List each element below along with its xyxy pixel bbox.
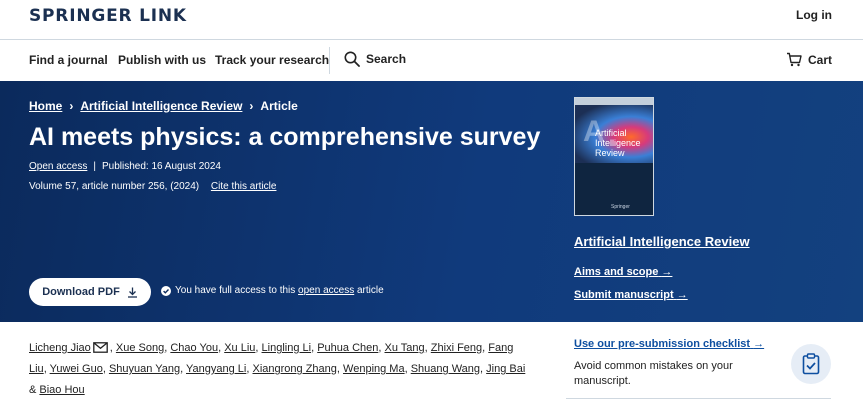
submit-manuscript-label: Submit manuscript — [574, 289, 674, 301]
cover-header-strip — [575, 98, 653, 105]
open-access-link[interactable]: Open access — [29, 161, 87, 172]
cart-label: Cart — [807, 52, 832, 67]
checklist-badge — [791, 344, 831, 384]
access-note: You have full access to this open access… — [161, 285, 384, 296]
aims-scope-link[interactable]: Aims and scope → — [574, 266, 672, 278]
section-divider — [566, 398, 831, 399]
search-icon — [344, 51, 360, 67]
submit-manuscript-link[interactable]: Submit manuscript → — [574, 289, 688, 301]
author-link[interactable]: Xiangrong Zhang — [253, 363, 337, 375]
author-link[interactable]: Jing Bai — [486, 363, 525, 375]
author-list: Licheng Jiao, Xue Song, Chao You, Xu Liu… — [29, 342, 526, 396]
cite-article-link[interactable]: Cite this article — [211, 181, 277, 192]
cart-icon — [786, 52, 802, 67]
nav-track-research[interactable]: Track your research — [215, 53, 329, 67]
checklist-link[interactable]: Use our pre-submission checklist → — [574, 338, 764, 350]
cover-title-line: Intelligence — [595, 138, 641, 148]
arrow-right-icon: → — [661, 266, 673, 278]
cover-title: Artificial Intelligence Review — [595, 128, 641, 158]
checklist-label: Use our pre-submission checklist — [574, 338, 751, 350]
author-link[interactable]: Lingling Li — [262, 342, 312, 354]
author-link[interactable]: Shuang Wang — [411, 363, 480, 375]
cover-publisher: Springer — [611, 204, 630, 210]
main-nav: Find a journal Publish with us Track you… — [0, 39, 863, 81]
login-link[interactable]: Log in — [796, 8, 832, 22]
nav-find-journal[interactable]: Find a journal — [29, 53, 108, 67]
clipboard-check-icon — [802, 353, 820, 375]
volume-line: Volume 57, article number 256, (2024) — [29, 181, 200, 192]
breadcrumb-home[interactable]: Home — [29, 99, 62, 113]
journal-cover[interactable]: A Artificial Intelligence Review Springe… — [574, 97, 654, 216]
download-pdf-button[interactable]: Download PDF — [29, 278, 151, 306]
author-link[interactable]: Licheng Jiao — [29, 342, 91, 354]
article-title: AI meets physics: a comprehensive survey — [29, 123, 541, 151]
breadcrumb-journal[interactable]: Artificial Intelligence Review — [80, 99, 242, 113]
aims-scope-label: Aims and scope — [574, 266, 659, 278]
arrow-right-icon: → — [676, 289, 688, 301]
springer-link-logo[interactable]: SPRINGER LINK — [29, 6, 187, 26]
access-open-access-link[interactable]: open access — [298, 285, 354, 296]
article-volume: Volume 57, article number 256, (2024) Ci… — [29, 181, 276, 192]
meta-separator: | — [93, 161, 96, 172]
author-link[interactable]: Shuyuan Yang — [109, 363, 180, 375]
article-meta: Open access | Published: 16 August 2024 — [29, 161, 221, 172]
search-button[interactable]: Search — [344, 51, 406, 67]
checklist-description: Avoid common mistakes on your manuscript… — [574, 360, 733, 387]
author-link[interactable]: Puhua Chen — [317, 342, 378, 354]
breadcrumb-chevron-icon: › — [69, 99, 74, 113]
journal-name-link[interactable]: Artificial Intelligence Review — [574, 234, 750, 249]
article-hero: Home › Artificial Intelligence Review › … — [0, 81, 863, 322]
author-link[interactable]: Wenping Ma — [343, 363, 405, 375]
published-date: Published: 16 August 2024 — [101, 161, 221, 172]
breadcrumb-current: Article — [260, 99, 298, 113]
breadcrumb: Home › Artificial Intelligence Review › … — [29, 99, 298, 113]
author-link[interactable]: Yangyang Li — [186, 363, 246, 375]
mail-icon[interactable] — [92, 342, 108, 353]
author-link[interactable]: Yuwei Guo — [50, 363, 103, 375]
author-link[interactable]: Xue Song — [116, 342, 164, 354]
access-suffix: article — [356, 285, 384, 296]
cover-title-line: Review — [595, 148, 625, 158]
search-label: Search — [366, 52, 407, 66]
download-icon — [127, 287, 137, 298]
breadcrumb-chevron-icon: › — [249, 99, 254, 113]
nav-publish[interactable]: Publish with us — [118, 53, 206, 67]
author-link[interactable]: Xu Liu — [224, 342, 255, 354]
nav-divider — [329, 47, 330, 74]
author-link[interactable]: Biao Hou — [39, 384, 84, 396]
arrow-right-icon: → — [753, 338, 765, 350]
author-link[interactable]: Xu Tang — [385, 342, 425, 354]
check-circle-icon — [161, 285, 171, 296]
download-pdf-label: Download PDF — [42, 286, 120, 298]
cart-button[interactable]: Cart — [786, 52, 832, 67]
cover-title-line: Artificial — [595, 128, 627, 138]
access-prefix: You have full access to this — [175, 285, 296, 296]
author-link[interactable]: Zhixi Feng — [431, 342, 482, 354]
author-link[interactable]: Chao You — [170, 342, 218, 354]
site-header: SPRINGER LINK Log in — [0, 0, 863, 39]
